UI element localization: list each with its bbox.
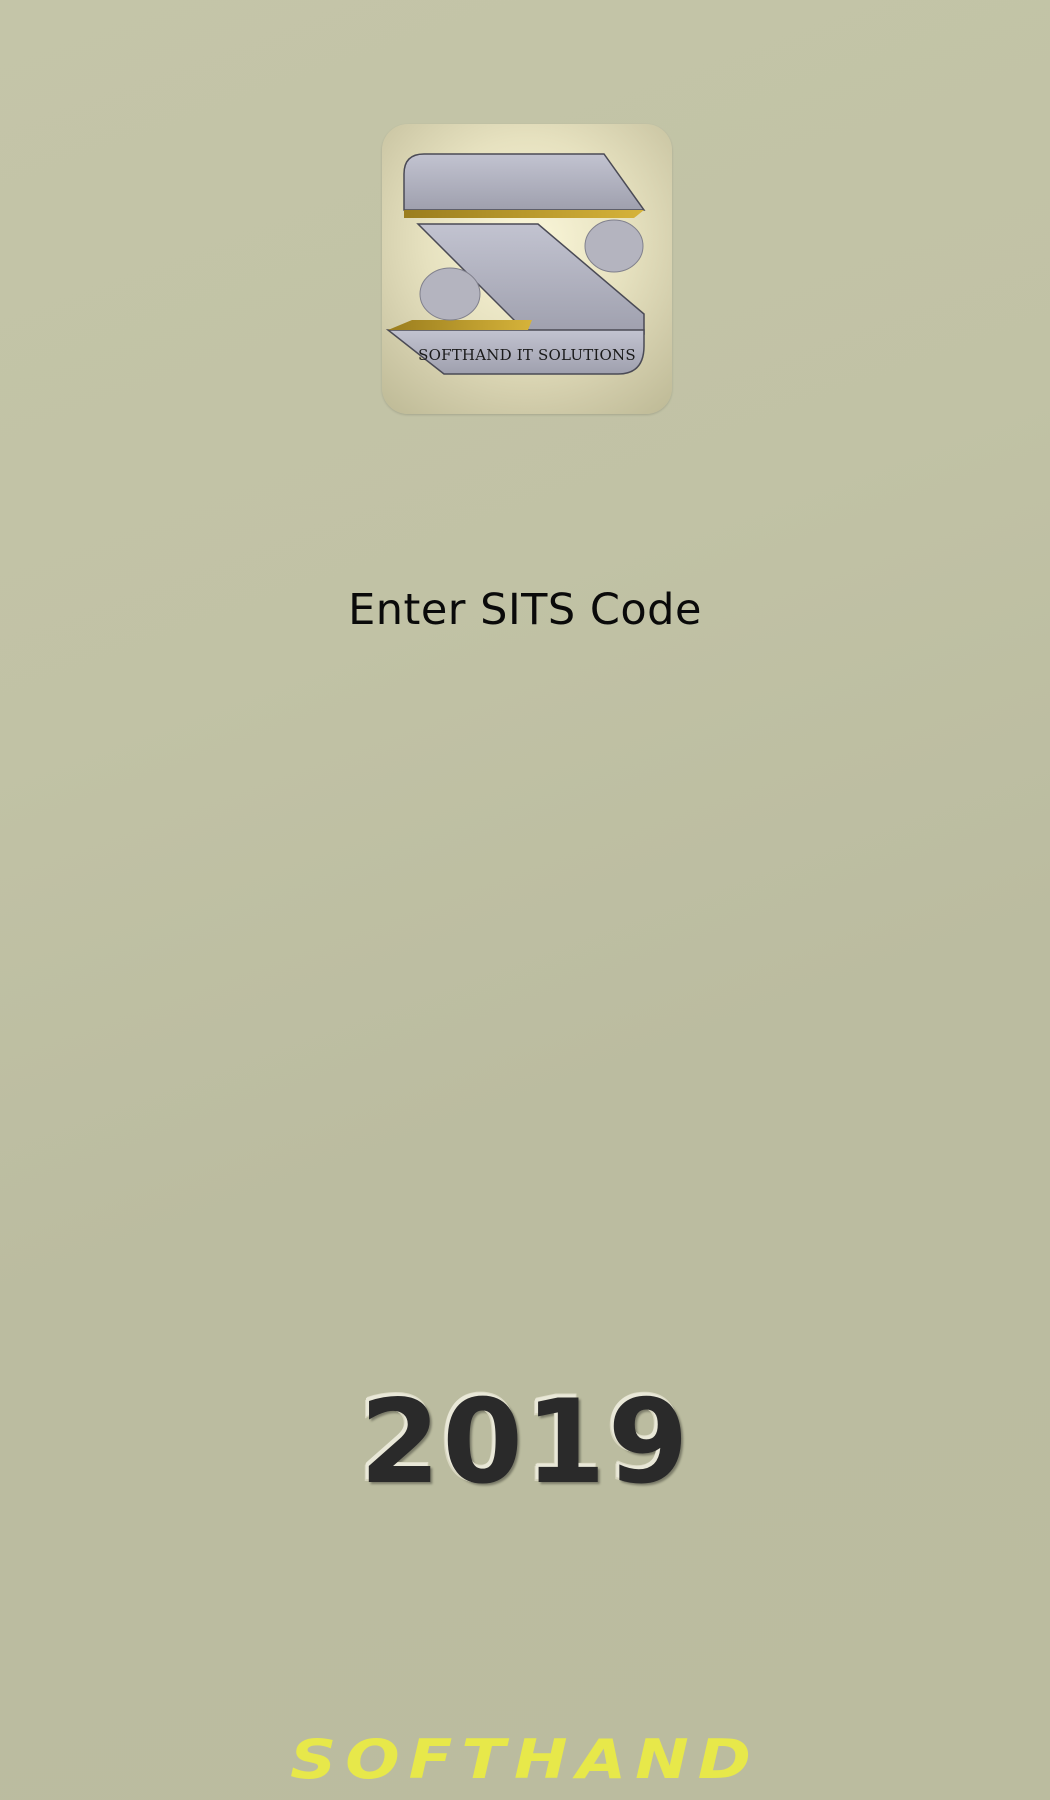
logo-caption: SOFTHAND IT SOLUTIONS — [418, 346, 636, 364]
app-logo-icon: SOFTHAND IT SOLUTIONS — [382, 124, 672, 414]
year-label: 2019 — [359, 1375, 691, 1510]
brand-wordmark: SOFTHAND — [290, 1728, 760, 1792]
page-title: Enter SITS Code — [348, 585, 702, 635]
